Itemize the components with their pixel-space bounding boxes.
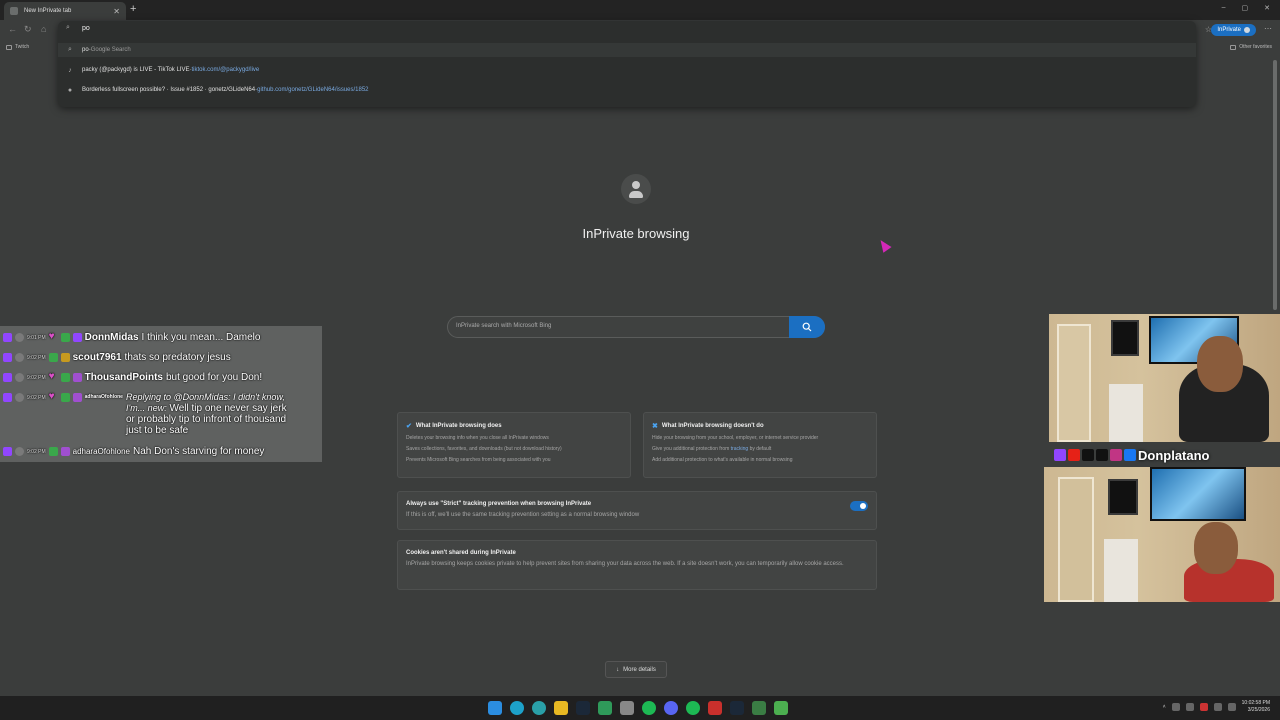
scrollbar[interactable] <box>1273 60 1277 310</box>
tiktok-icon <box>1082 449 1094 461</box>
title-bar: New InPrivate tab ✕ + – ▢ ✕ <box>0 0 1280 20</box>
inprivate-person-icon <box>621 174 651 204</box>
clock[interactable]: 10:02:58 PM 3/25/2026 <box>1242 700 1270 714</box>
folder-icon <box>1230 44 1237 50</box>
steam-icon[interactable] <box>576 701 590 715</box>
tiktok-icon: ♪ <box>68 66 72 74</box>
tray-icon[interactable] <box>1171 703 1180 711</box>
volume-icon[interactable] <box>1227 703 1236 711</box>
favorites-bar: Twitch Other favorites <box>0 41 1280 55</box>
spotify-icon[interactable] <box>642 701 656 715</box>
bing-search-box[interactable]: InPrivate search with Microsoft Bing <box>447 316 825 338</box>
folder-icon <box>6 44 12 50</box>
network-icon[interactable] <box>1213 703 1222 711</box>
media-icon[interactable] <box>708 701 722 715</box>
facebook-icon <box>1124 449 1136 461</box>
does-card: ✔ What InPrivate browsing does Deletes yo… <box>397 412 631 478</box>
spotify-2-icon[interactable] <box>686 701 700 715</box>
checkmark-icon: ✔ <box>406 423 412 430</box>
chat-message: 9:01 PM ♥ DonnMidas I think you mean... Da… <box>3 331 260 343</box>
tray-icon[interactable] <box>1199 703 1208 711</box>
edge-icon[interactable] <box>510 701 524 715</box>
edge-beta-icon[interactable] <box>532 701 546 715</box>
window-controls: – ▢ ✕ <box>1222 4 1270 12</box>
chevron-up-icon[interactable]: ˄ <box>1163 704 1166 710</box>
twitch-icon <box>1054 449 1066 461</box>
steam-2-icon[interactable] <box>730 701 744 715</box>
close-window-button[interactable]: ✕ <box>1264 4 1270 12</box>
cookies-card: Cookies aren't shared during InPrivate I… <box>397 540 877 590</box>
page-title: InPrivate browsing <box>582 226 690 241</box>
more-details-button[interactable]: ↓ More details <box>605 661 667 678</box>
mouse-cursor <box>876 237 892 253</box>
webcam-top <box>1049 314 1280 442</box>
search-icon <box>802 322 812 332</box>
suggestion-github[interactable]: ● Borderless fullscreen possible? · Issu… <box>66 83 369 97</box>
chevron-down-icon: ↓ <box>616 666 620 673</box>
instagram-icon <box>1110 449 1122 461</box>
tab-new-inprivate[interactable]: New InPrivate tab ✕ <box>4 2 126 20</box>
webcam-bottom <box>1044 467 1280 602</box>
youtube-icon <box>1068 449 1080 461</box>
search-input[interactable]: InPrivate search with Microsoft Bing <box>456 323 551 329</box>
tab-label: New InPrivate tab <box>24 8 72 14</box>
system-tray: ˄ 10:02:58 PM 3/25/2026 <box>1163 700 1270 714</box>
favorite-twitch[interactable]: Twitch <box>6 44 29 50</box>
maximize-button[interactable]: ▢ <box>1242 4 1249 12</box>
discord-icon[interactable] <box>664 701 678 715</box>
strict-tracking-toggle[interactable] <box>850 501 868 511</box>
other-favorites[interactable]: Other favorites <box>1230 44 1272 50</box>
profile-avatar <box>1244 27 1250 33</box>
more-options-icon[interactable]: ⋯ <box>1264 24 1272 33</box>
file-explorer-icon[interactable] <box>554 701 568 715</box>
search-icon: ⌕ <box>66 24 70 31</box>
taskbar: ˄ 10:02:58 PM 3/25/2026 <box>0 696 1280 720</box>
refresh-icon[interactable]: ↻ <box>24 24 32 35</box>
search-button[interactable] <box>789 316 825 338</box>
doesnt-card: ✖ What InPrivate browsing doesn't do Hide… <box>643 412 877 478</box>
calculator-icon[interactable] <box>752 701 766 715</box>
social-banner: Donplatano <box>1054 444 1280 466</box>
minimize-button[interactable]: – <box>1222 4 1226 12</box>
new-tab-button[interactable]: + <box>130 3 136 15</box>
home-icon[interactable]: ⌂ <box>41 24 46 34</box>
stream-chat-overlay: 9:01 PM ♥ DonnMidas I think you mean... Da… <box>0 326 322 462</box>
github-icon: ● <box>67 86 73 94</box>
x-icon: ✖ <box>652 423 658 430</box>
chat-message: 9:02 PM ♥ ThousandPoints but good for you … <box>3 371 262 383</box>
back-icon[interactable]: ← <box>8 24 17 34</box>
tray-icon[interactable] <box>1185 703 1194 711</box>
chat-message: 9:02 PM scout7961 thats so predatory jesu… <box>3 352 231 363</box>
inprivate-profile-button[interactable]: InPrivate <box>1211 24 1256 36</box>
suggestion-tiktok[interactable]: ♪ packy (@packygd) is LIVE - TikTok LIVE… <box>66 63 259 77</box>
strict-tracking-card: Always use "Strict" tracking prevention … <box>397 491 877 530</box>
tab-close-icon[interactable]: ✕ <box>113 7 120 16</box>
x-icon <box>1096 449 1108 461</box>
inprivate-tab-icon <box>10 7 18 15</box>
notepad-icon[interactable] <box>620 701 634 715</box>
address-bar-dropdown: ⌕ po ⌕ po - Google Search ♪ packy (@pack… <box>58 21 1196 107</box>
tool-icon[interactable] <box>774 701 788 715</box>
tracking-link[interactable]: tracking <box>731 446 749 452</box>
chat-message: 9:02 PM adharaOfohlone Nah Don's starving… <box>3 446 264 457</box>
start-icon[interactable] <box>488 701 502 715</box>
app-icon[interactable] <box>598 701 612 715</box>
chat-message: 9:02 PM ♥ adharaOfohlone Replying to @Don… <box>3 391 298 436</box>
address-input[interactable]: po <box>82 25 90 32</box>
